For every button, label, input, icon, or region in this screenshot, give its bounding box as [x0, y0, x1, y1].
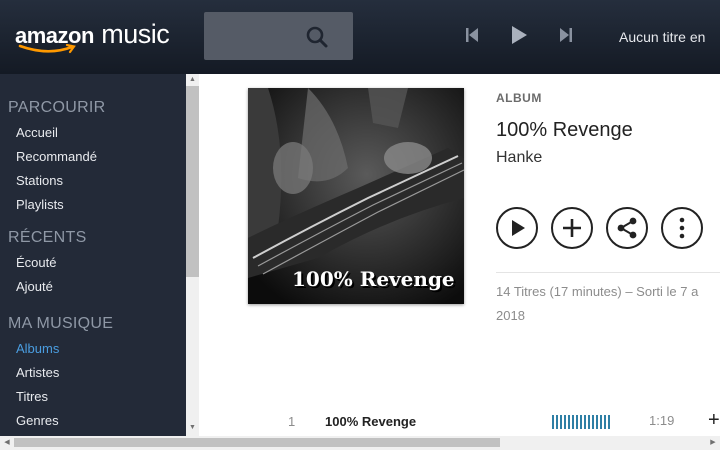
- sidebar-item-home[interactable]: Accueil: [16, 125, 58, 140]
- track-duration: 1:19: [649, 413, 675, 428]
- album-meta-line2: 2018: [496, 308, 525, 323]
- album-title: 100% Revenge: [496, 119, 633, 141]
- sidebar-item-playlists[interactable]: Playlists: [16, 197, 64, 212]
- track-title[interactable]: 100% Revenge: [325, 414, 416, 429]
- album-kind-label: ALBUM: [496, 91, 542, 105]
- amazon-smile-icon: [18, 44, 76, 54]
- sidebar-item-added[interactable]: Ajouté: [16, 279, 53, 294]
- album-play-button[interactable]: [496, 207, 538, 249]
- play-icon: [512, 220, 525, 236]
- album-more-button[interactable]: [661, 207, 703, 249]
- plus-icon: [563, 219, 581, 237]
- scroll-left-arrow-icon[interactable]: ◀: [2, 437, 12, 449]
- sidebar-item-artists[interactable]: Artistes: [16, 365, 59, 380]
- album-add-button[interactable]: [551, 207, 593, 249]
- album-share-button[interactable]: [606, 207, 648, 249]
- sidebar-item-albums[interactable]: Albums: [16, 341, 59, 356]
- skip-forward-icon[interactable]: [558, 24, 574, 46]
- search-box[interactable]: [204, 12, 353, 60]
- album-divider: [496, 272, 720, 273]
- track-add-button[interactable]: +: [708, 409, 720, 432]
- skip-back-icon[interactable]: [464, 24, 480, 46]
- scroll-right-arrow-icon[interactable]: ▶: [708, 437, 718, 449]
- more-icon: [679, 217, 685, 239]
- now-playing-text: Aucun titre en: [619, 29, 706, 45]
- sidebar-item-genres[interactable]: Genres: [16, 413, 59, 428]
- track-number: 1: [288, 414, 296, 429]
- section-title-browse: PARCOURIR: [8, 99, 106, 116]
- sidebar-scrollbar-thumb[interactable]: [186, 86, 199, 277]
- horizontal-scrollbar-thumb[interactable]: [14, 438, 500, 447]
- album-cover-title: 100% Revenge: [292, 267, 455, 291]
- sidebar-item-recommended[interactable]: Recommandé: [16, 149, 97, 164]
- album-artist[interactable]: Hanke: [496, 149, 542, 167]
- share-icon: [617, 217, 637, 239]
- equalizer-icon: [552, 415, 610, 429]
- play-icon[interactable]: [509, 24, 529, 46]
- sidebar-item-titles[interactable]: Titres: [16, 389, 48, 404]
- section-title-my-music: MA MUSIQUE: [8, 315, 114, 332]
- album-meta: 14 Titres (17 minutes) – Sorti le 7 a 20…: [496, 280, 720, 328]
- sidebar: PARCOURIR Accueil Recommandé Stations Pl…: [0, 74, 186, 436]
- logo-product: music: [101, 19, 170, 49]
- table-row[interactable]: 1 100% Revenge 1:19 +: [199, 409, 720, 432]
- search-icon[interactable]: [305, 25, 329, 49]
- album-cover[interactable]: 100% Revenge: [248, 88, 464, 304]
- scroll-up-arrow-icon[interactable]: ▲: [188, 76, 197, 84]
- top-bar: amazon music Aucun titre en: [0, 0, 720, 74]
- album-meta-line1: 14 Titres (17 minutes) – Sorti le 7 a: [496, 284, 699, 299]
- section-title-recent: RÉCENTS: [8, 229, 87, 246]
- sidebar-item-stations[interactable]: Stations: [16, 173, 63, 188]
- album-detail: 100% Revenge ALBUM 100% Revenge Hanke 14…: [199, 74, 720, 436]
- sidebar-item-listened[interactable]: Écouté: [16, 255, 56, 270]
- scroll-down-arrow-icon[interactable]: ▼: [188, 424, 197, 432]
